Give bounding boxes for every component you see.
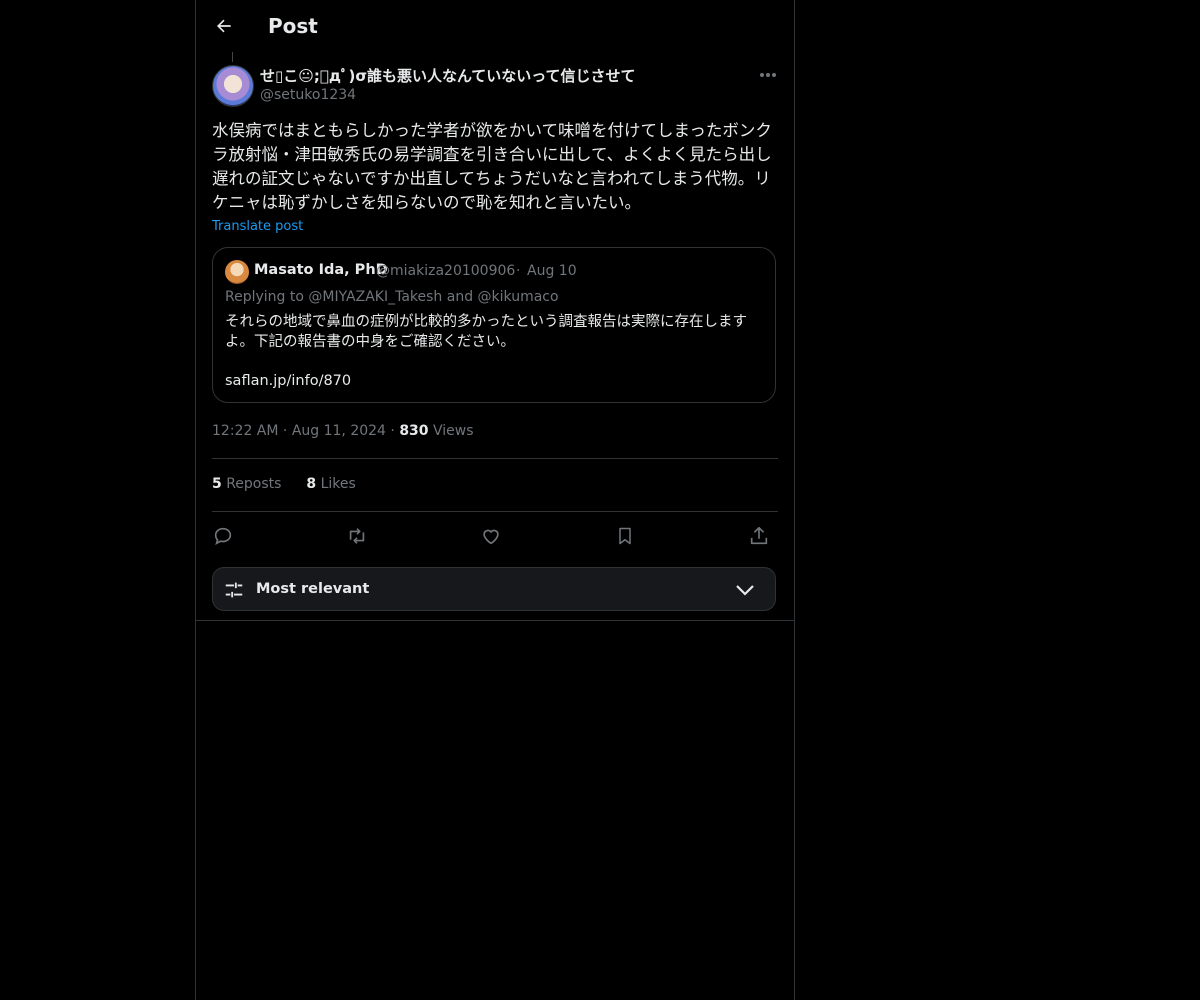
views-label: Views [433,423,474,439]
ellipsis-icon [760,73,776,77]
share-button[interactable] [744,522,774,550]
divider [212,458,778,459]
avatar[interactable] [212,65,254,107]
quote-author-name[interactable]: Masato Ida, PhD [254,262,388,278]
divider [212,511,778,512]
sort-label: Most relevant [256,581,370,597]
bookmark-button[interactable] [610,522,640,550]
post-date[interactable]: Aug 11, 2024 [292,423,386,439]
bookmark-icon [619,527,631,545]
post-stats: 5 Reposts 8 Likes [212,476,356,492]
sliders-icon [225,582,243,598]
quoted-post[interactable]: Masato Ida, PhD @miakiza20100906 · Aug 1… [212,247,776,403]
reposts-count: 5 [212,476,222,492]
translate-post-link[interactable]: Translate post [212,219,303,234]
author-handle[interactable]: @setuko1234 [260,87,356,103]
back-button[interactable] [210,12,238,40]
main-column: Post せ▯こ😐;ﾟдﾟ)σ誰も悪い人なんていないって信じさせて @setuk… [195,0,795,1000]
page-header: Post [196,0,794,53]
quote-author-handle[interactable]: @miakiza20100906 [376,263,515,279]
quote-avatar[interactable] [225,260,249,284]
post-meta: 12:22 AM · Aug 11, 2024 · 830 Views [212,423,474,439]
more-options-button[interactable] [756,64,780,86]
meta-separator: · [390,423,400,439]
likes-label: Likes [320,476,356,492]
sort-replies-dropdown[interactable]: Most relevant [212,567,776,611]
reply-icon [214,527,232,546]
post-time[interactable]: 12:22 AM [212,423,278,439]
heart-icon [483,529,499,545]
post-text: 水俣病ではまともらしかった学者が欲をかいて味噌を付けてしまったボンクラ放射悩・津… [212,121,772,212]
divider [196,620,794,621]
author-name[interactable]: せ▯こ😐;ﾟдﾟ)σ誰も悪い人なんていないって信じさせて [260,65,636,86]
share-icon [750,526,768,545]
reposts-label: Reposts [226,476,282,492]
chevron-down-icon [736,585,754,596]
action-bar [212,522,778,550]
reposts-stat[interactable]: 5 Reposts [212,476,281,492]
quote-replying-to: Replying to @MIYAZAKI_Takesh and @kikuma… [225,289,559,305]
quote-date[interactable]: Aug 10 [527,263,577,279]
meta-separator: · [282,423,292,439]
repost-button[interactable] [342,522,372,550]
repost-icon [349,528,365,544]
reply-button[interactable] [208,522,238,550]
likes-stat[interactable]: 8 Likes [306,476,355,492]
quote-separator: · [516,263,521,279]
likes-count: 8 [306,476,317,492]
views-count: 830 [399,423,429,439]
arrow-left-icon [217,19,231,33]
quote-link[interactable]: saflan.jp/info/870 [225,373,351,389]
thread-line [232,52,233,62]
quote-text: それらの地域で鼻血の症例が比較的多かったという調査報告は実際に存在しますよ。下記… [225,314,747,350]
like-button[interactable] [476,522,506,550]
page-title: Post [268,14,318,38]
